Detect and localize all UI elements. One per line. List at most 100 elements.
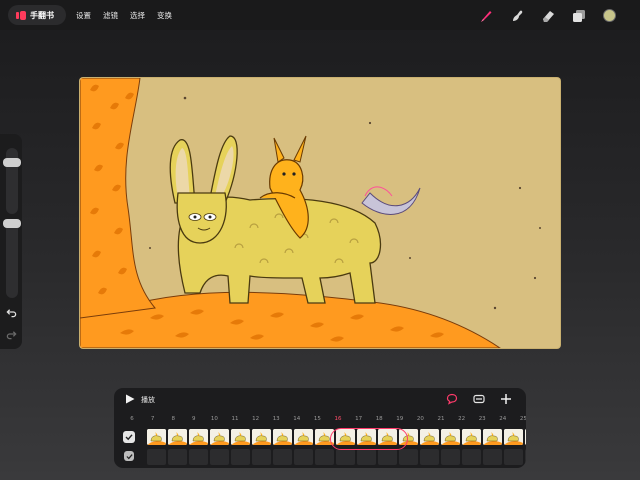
frame-ruler: 6 7 8 9 10 11 12 13 14 15 16 17 18 19 20 21 22 23 24 25 <box>130 416 526 426</box>
check-icon <box>125 453 133 459</box>
empty-frame[interactable] <box>441 449 460 465</box>
empty-frame[interactable] <box>189 449 208 465</box>
frame-thumbnail[interactable] <box>189 429 208 445</box>
frame-thumbnail[interactable] <box>525 429 526 445</box>
frame-thumbnail[interactable] <box>273 429 292 445</box>
opacity-slider[interactable] <box>3 219 21 298</box>
main-menu: 设置 滤镜 选择 变换 <box>76 10 172 21</box>
color-picker-button[interactable] <box>601 7 618 24</box>
undo-icon <box>5 308 16 317</box>
frame-number: 14 <box>293 416 301 422</box>
empty-frame[interactable] <box>525 449 526 465</box>
smudge-icon[interactable] <box>508 7 525 24</box>
canvas-artwork <box>80 78 560 348</box>
brush-size-thumb[interactable] <box>3 158 21 167</box>
frame-number: 18 <box>375 416 383 422</box>
check-icon <box>125 434 133 441</box>
frame-number: 19 <box>396 416 404 422</box>
menu-settings[interactable]: 设置 <box>76 10 91 21</box>
frame-number: 10 <box>210 416 218 422</box>
drawing-canvas[interactable] <box>80 78 560 348</box>
undo-button[interactable] <box>4 306 18 318</box>
frame-number: 11 <box>231 416 239 422</box>
redo-icon <box>6 330 17 339</box>
speech-bubble-icon <box>446 393 458 405</box>
frame-number: 13 <box>272 416 280 422</box>
empty-frame[interactable] <box>336 449 355 465</box>
frame-thumbnail[interactable] <box>462 429 481 445</box>
frame-number: 17 <box>355 416 363 422</box>
eraser-icon[interactable] <box>539 7 556 24</box>
frame-thumbnail[interactable] <box>357 429 376 445</box>
frame-number: 20 <box>416 416 424 422</box>
empty-frame[interactable] <box>294 449 313 465</box>
frame-thumbnail[interactable] <box>231 429 250 445</box>
empty-frame[interactable] <box>231 449 250 465</box>
empty-frame[interactable] <box>399 449 418 465</box>
frame-thumbnail[interactable] <box>168 429 187 445</box>
plus-icon <box>501 394 511 404</box>
track-2-visibility-toggle[interactable] <box>124 451 134 461</box>
track-1-visibility-toggle[interactable] <box>123 431 135 443</box>
frame-thumbnail[interactable] <box>336 429 355 445</box>
opacity-thumb[interactable] <box>3 219 21 228</box>
onion-skin-button[interactable] <box>446 393 458 405</box>
frame-number: 9 <box>192 416 196 422</box>
frame-number: 22 <box>458 416 466 422</box>
frame-thumbnail[interactable] <box>399 429 418 445</box>
app-title: 手翻书 <box>30 10 54 20</box>
top-bar: 手翻书 设置 滤镜 选择 变换 <box>0 0 640 30</box>
frame-thumbnail[interactable] <box>210 429 229 445</box>
timeline-settings-button[interactable] <box>473 393 485 405</box>
brush-icon[interactable] <box>477 7 494 24</box>
empty-frame[interactable] <box>378 449 397 465</box>
frame-thumbnail[interactable] <box>147 429 166 445</box>
redo-button[interactable] <box>4 328 18 340</box>
tool-group <box>477 7 618 24</box>
frame-thumbnail[interactable] <box>294 429 313 445</box>
frame-number: 16 <box>334 416 342 422</box>
empty-frame[interactable] <box>420 449 439 465</box>
frame-thumbnail[interactable] <box>504 429 523 445</box>
track-1-frames <box>147 429 526 445</box>
brush-size-slider[interactable] <box>3 148 21 214</box>
current-color-swatch <box>603 9 616 22</box>
frame-number: 15 <box>313 416 321 422</box>
frame-thumbnail[interactable] <box>252 429 271 445</box>
frame-number: 12 <box>252 416 260 422</box>
frame-number: 23 <box>478 416 486 422</box>
frame-number: 21 <box>437 416 445 422</box>
toggle-icon <box>473 394 485 404</box>
empty-frame[interactable] <box>168 449 187 465</box>
empty-frame[interactable] <box>483 449 502 465</box>
add-frame-button[interactable] <box>500 393 512 405</box>
play-icon[interactable] <box>125 394 135 404</box>
frame-number: 25 <box>519 416 526 422</box>
empty-frame[interactable] <box>210 449 229 465</box>
frame-number: 6 <box>130 416 134 422</box>
frame-thumbnail[interactable] <box>483 429 502 445</box>
empty-frame[interactable] <box>357 449 376 465</box>
track-2-frames <box>147 449 526 465</box>
frame-number: 24 <box>499 416 507 422</box>
empty-frame[interactable] <box>252 449 271 465</box>
gallery-button[interactable]: 手翻书 <box>8 5 66 25</box>
menu-transform[interactable]: 变换 <box>157 10 172 21</box>
empty-frame[interactable] <box>147 449 166 465</box>
empty-frame[interactable] <box>504 449 523 465</box>
menu-select[interactable]: 选择 <box>130 10 145 21</box>
layers-icon[interactable] <box>570 7 587 24</box>
frame-thumbnail[interactable] <box>420 429 439 445</box>
frame-thumbnail[interactable] <box>441 429 460 445</box>
empty-frame[interactable] <box>315 449 334 465</box>
timeline-header: 播放 <box>114 388 526 410</box>
empty-frame[interactable] <box>462 449 481 465</box>
frame-number: 7 <box>150 416 155 422</box>
empty-frame[interactable] <box>273 449 292 465</box>
frame-thumbnail[interactable] <box>378 429 397 445</box>
menu-filters[interactable]: 滤镜 <box>103 10 118 21</box>
app-logo-icon <box>16 10 26 20</box>
frame-thumbnail[interactable] <box>315 429 334 445</box>
animation-timeline: 播放 6 7 8 9 10 11 12 13 14 15 16 17 18 19 20 21 22 23 24 25 <box>114 388 526 468</box>
frame-number: 8 <box>171 416 175 422</box>
